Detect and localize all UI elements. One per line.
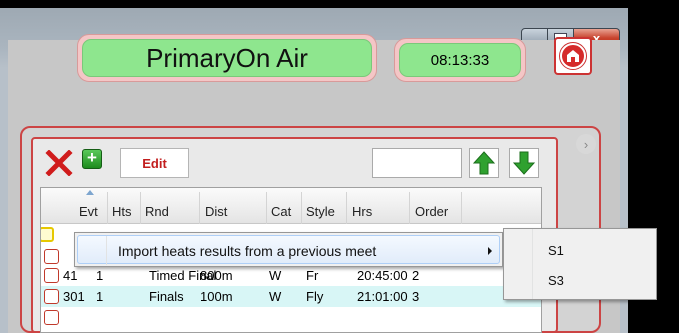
cell-hrs: 21:01:00 [357, 289, 408, 304]
on-air-indicator: PrimaryOn Air [77, 34, 377, 82]
column-separator[interactable] [409, 192, 410, 224]
cell-cat: W [269, 268, 282, 283]
context-menu: Import heats results from a previous mee… [74, 232, 503, 267]
column-header-evt[interactable]: Evt [79, 204, 98, 219]
table-row[interactable]: 301 1 Finals 100m W Fly 21:01:00 3 [41, 286, 541, 307]
menu-icon-column [106, 236, 107, 265]
column-header-cat[interactable]: Cat [271, 204, 291, 219]
move-up-button[interactable] [469, 148, 499, 178]
submenu-item-s1[interactable]: S1 [506, 235, 654, 264]
column-header-hrs[interactable]: Hrs [352, 204, 372, 219]
submenu-item-s3[interactable]: S3 [506, 265, 654, 294]
submenu-arrow-icon [488, 247, 492, 255]
cell-dist: 100m [200, 289, 233, 304]
column-separator[interactable] [266, 192, 267, 224]
cell-order: 3 [412, 289, 420, 304]
add-button[interactable]: + [82, 149, 102, 169]
delete-button[interactable] [42, 148, 76, 178]
column-separator[interactable] [140, 192, 141, 224]
table-row[interactable] [41, 307, 541, 328]
column-separator[interactable] [199, 192, 200, 224]
submenu-item-label: S3 [548, 273, 564, 288]
submenu: S1 S3 [503, 228, 657, 300]
on-air-label: PrimaryOn Air [82, 39, 372, 77]
column-header-dist[interactable]: Dist [205, 204, 227, 219]
row-checkbox[interactable] [41, 227, 54, 242]
cell-hts: 1 [96, 289, 104, 304]
cell-rnd: Finals [149, 289, 184, 304]
row-checkbox[interactable] [44, 289, 59, 304]
menu-item-import-heats[interactable]: Import heats results from a previous mee… [77, 235, 500, 265]
column-separator[interactable] [461, 192, 462, 224]
green-down-arrow-icon [513, 151, 535, 175]
cell-hts: 1 [96, 268, 104, 283]
row-checkbox[interactable] [44, 249, 59, 264]
cell-style: Fly [306, 289, 324, 304]
column-header-hts[interactable]: Hts [112, 204, 132, 219]
clock-display: 08:13:33 [394, 38, 526, 82]
search-input[interactable] [372, 148, 462, 178]
clock-time: 08:13:33 [399, 43, 521, 77]
cell-evt: 41 [63, 268, 78, 283]
cell-hrs: 20:45:00 [357, 268, 408, 283]
cell-evt: 301 [63, 289, 85, 304]
column-separator[interactable] [301, 192, 302, 224]
green-up-arrow-icon [473, 151, 495, 175]
column-separator[interactable] [107, 192, 108, 224]
column-header-rnd[interactable]: Rnd [145, 204, 169, 219]
row-checkbox[interactable] [44, 310, 59, 325]
menu-item-label: Import heats results from a previous mee… [118, 243, 377, 259]
cell-style: Fr [306, 268, 319, 283]
column-header-style[interactable]: Style [306, 204, 335, 219]
column-separator[interactable] [346, 192, 347, 224]
column-header-order[interactable]: Order [415, 204, 448, 219]
row-checkbox[interactable] [44, 268, 59, 283]
table-row[interactable]: 41 1 Timed Final 800m W Fr 20:45:00 2 [41, 265, 541, 286]
expand-chevron-icon[interactable]: › [576, 134, 596, 154]
green-plus-icon: + [87, 148, 97, 167]
submenu-item-label: S1 [548, 243, 564, 258]
edit-button[interactable]: Edit [120, 148, 189, 178]
exit-button[interactable] [554, 37, 592, 75]
move-down-button[interactable] [509, 148, 539, 178]
red-x-icon [45, 150, 73, 176]
door-exit-icon [559, 42, 587, 70]
grid-header: Evt Hts Rnd Dist Cat Style Hrs Order [41, 188, 541, 224]
cell-order: 2 [412, 268, 420, 283]
sort-ascending-icon [86, 190, 94, 195]
cell-dist: 800m [200, 268, 233, 283]
cell-cat: W [269, 289, 282, 304]
